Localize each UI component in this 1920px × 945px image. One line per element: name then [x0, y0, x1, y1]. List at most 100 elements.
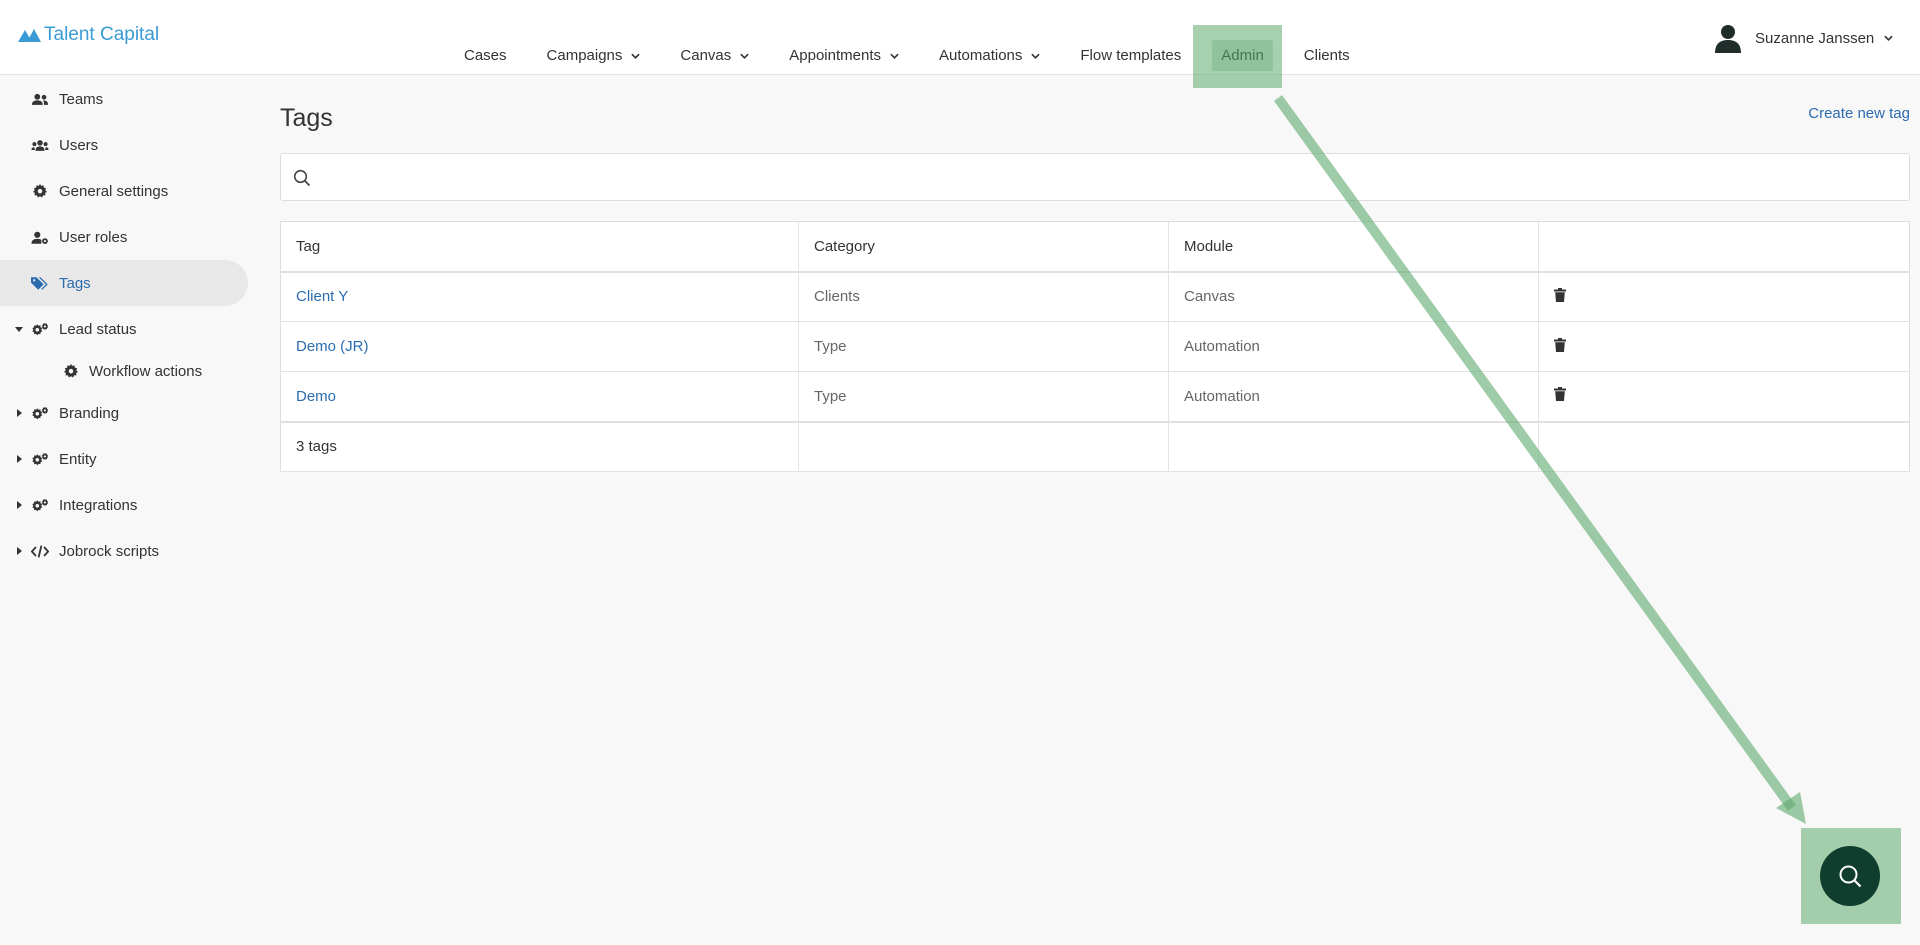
tag-module: Automation: [1168, 371, 1539, 422]
footer-cell: [1538, 420, 1910, 472]
nav-admin[interactable]: Admin: [1212, 40, 1273, 71]
tag-name-link[interactable]: Demo: [280, 371, 799, 422]
main-nav: Cases Campaigns Canvas Appointments Auto…: [444, 40, 1370, 74]
chevron-down-icon: [1884, 35, 1893, 41]
code-icon: [31, 543, 49, 559]
row-actions: [1538, 321, 1910, 372]
sidebar-item-tags[interactable]: Tags: [0, 260, 248, 306]
sidebar-item-label: Teams: [59, 90, 104, 108]
tag-category: Type: [798, 321, 1169, 372]
user-group-icon: [31, 137, 49, 153]
brand-logo[interactable]: Talent Capital: [18, 24, 159, 46]
column-header-actions: [1538, 221, 1910, 273]
search-input[interactable]: [323, 162, 1893, 192]
chevron-down-icon: [1031, 53, 1041, 59]
gear-icon: [62, 363, 80, 379]
sidebar-item-label: Users: [59, 136, 99, 154]
sidebar-item-entity[interactable]: Entity: [0, 436, 250, 482]
tag-name-link[interactable]: Demo (JR): [280, 321, 799, 372]
nav-label: Appointments: [789, 47, 881, 64]
table-footer-row: 3 tags: [280, 420, 1910, 472]
sidebar-item-jobrock-scripts[interactable]: Jobrock scripts: [0, 528, 250, 574]
chevron-down-icon: [631, 53, 641, 59]
sidebar-item-label: Branding: [59, 404, 120, 422]
create-new-tag-link[interactable]: Create new tag: [1808, 105, 1910, 122]
top-header: Talent Capital Cases Campaigns Canvas Ap…: [0, 0, 1920, 75]
sidebar-item-label: Workflow actions: [89, 362, 203, 380]
gear-icon: [31, 183, 49, 199]
caret-right-icon[interactable]: [15, 409, 23, 417]
nav-label: Clients: [1303, 47, 1350, 64]
gears-icon: [31, 321, 49, 337]
nav-automations[interactable]: Automations: [930, 40, 1049, 71]
sidebar-item-users[interactable]: Users: [0, 122, 250, 168]
nav-flow-templates[interactable]: Flow templates: [1071, 40, 1190, 71]
sidebar-item-label: Lead status: [59, 320, 137, 338]
row-actions: [1538, 371, 1910, 422]
sidebar-item-label: Tags: [59, 274, 91, 292]
sidebar-item-integrations[interactable]: Integrations: [0, 482, 250, 528]
sidebar-item-branding[interactable]: Branding: [0, 390, 250, 436]
tag-count: 3 tags: [280, 420, 799, 472]
tags-icon: [31, 275, 49, 291]
gears-icon: [31, 497, 49, 513]
admin-sidebar: Teams Users General settings User roles …: [0, 76, 250, 574]
chevron-down-icon: [890, 53, 899, 59]
sidebar-item-label: Integrations: [59, 496, 138, 514]
column-header-tag[interactable]: Tag: [280, 221, 799, 273]
sidebar-item-label: General settings: [59, 182, 169, 200]
help-search-button[interactable]: [1820, 846, 1880, 906]
logo-mountain-icon: [18, 29, 41, 42]
tag-category: Clients: [798, 271, 1169, 322]
search-icon: [1839, 865, 1862, 888]
logo-text: Talent Capital: [44, 24, 160, 45]
row-actions: [1538, 271, 1910, 322]
sidebar-item-lead-status[interactable]: Lead status: [0, 306, 250, 352]
tag-category: Type: [798, 371, 1169, 422]
nav-label: Canvas: [680, 47, 732, 64]
gears-icon: [31, 451, 49, 467]
sidebar-item-user-roles[interactable]: User roles: [0, 214, 250, 260]
table-row: Demo Type Automation: [280, 371, 1910, 422]
sidebar-item-label: Entity: [59, 450, 97, 468]
nav-campaigns[interactable]: Campaigns: [538, 40, 650, 71]
users-icon: [31, 91, 49, 107]
nav-label: Cases: [464, 47, 507, 64]
caret-right-icon[interactable]: [15, 501, 23, 509]
tags-table: Tag Category Module Client Y Clients Can…: [280, 221, 1910, 472]
caret-down-icon[interactable]: [15, 325, 23, 333]
search-bar[interactable]: [280, 153, 1910, 201]
table-header-row: Tag Category Module: [280, 221, 1910, 273]
column-header-module[interactable]: Module: [1168, 221, 1539, 273]
column-header-category[interactable]: Category: [798, 221, 1169, 273]
tag-name-link[interactable]: Client Y: [280, 271, 799, 322]
tag-module: Canvas: [1168, 271, 1539, 322]
trash-icon[interactable]: [1554, 287, 1566, 302]
user-cog-icon: [31, 229, 49, 245]
nav-label: Flow templates: [1080, 47, 1182, 64]
caret-right-icon[interactable]: [15, 547, 23, 555]
user-menu[interactable]: Suzanne Janssen: [1712, 22, 1893, 54]
nav-clients[interactable]: Clients: [1295, 40, 1359, 71]
user-name: Suzanne Janssen: [1755, 29, 1875, 47]
sidebar-item-label: Jobrock scripts: [59, 542, 160, 560]
sidebar-item-workflow-actions[interactable]: Workflow actions: [0, 352, 250, 390]
sidebar-item-teams[interactable]: Teams: [0, 76, 250, 122]
trash-icon[interactable]: [1554, 337, 1566, 352]
nav-label: Automations: [939, 47, 1023, 64]
nav-cases[interactable]: Cases: [455, 40, 516, 71]
nav-appointments[interactable]: Appointments: [780, 40, 908, 71]
nav-canvas[interactable]: Canvas: [671, 40, 758, 71]
tag-module: Automation: [1168, 321, 1539, 372]
sidebar-item-label: User roles: [59, 228, 128, 246]
nav-label: Campaigns: [546, 47, 623, 64]
table-row: Demo (JR) Type Automation: [280, 321, 1910, 372]
search-icon: [293, 169, 311, 187]
caret-right-icon[interactable]: [15, 455, 23, 463]
page-title: Tags: [280, 104, 333, 132]
footer-cell: [1168, 420, 1539, 472]
user-avatar-icon: [1715, 25, 1741, 53]
trash-icon[interactable]: [1554, 387, 1566, 402]
annotation-arrow: [1273, 95, 1806, 824]
sidebar-item-general-settings[interactable]: General settings: [0, 168, 250, 214]
